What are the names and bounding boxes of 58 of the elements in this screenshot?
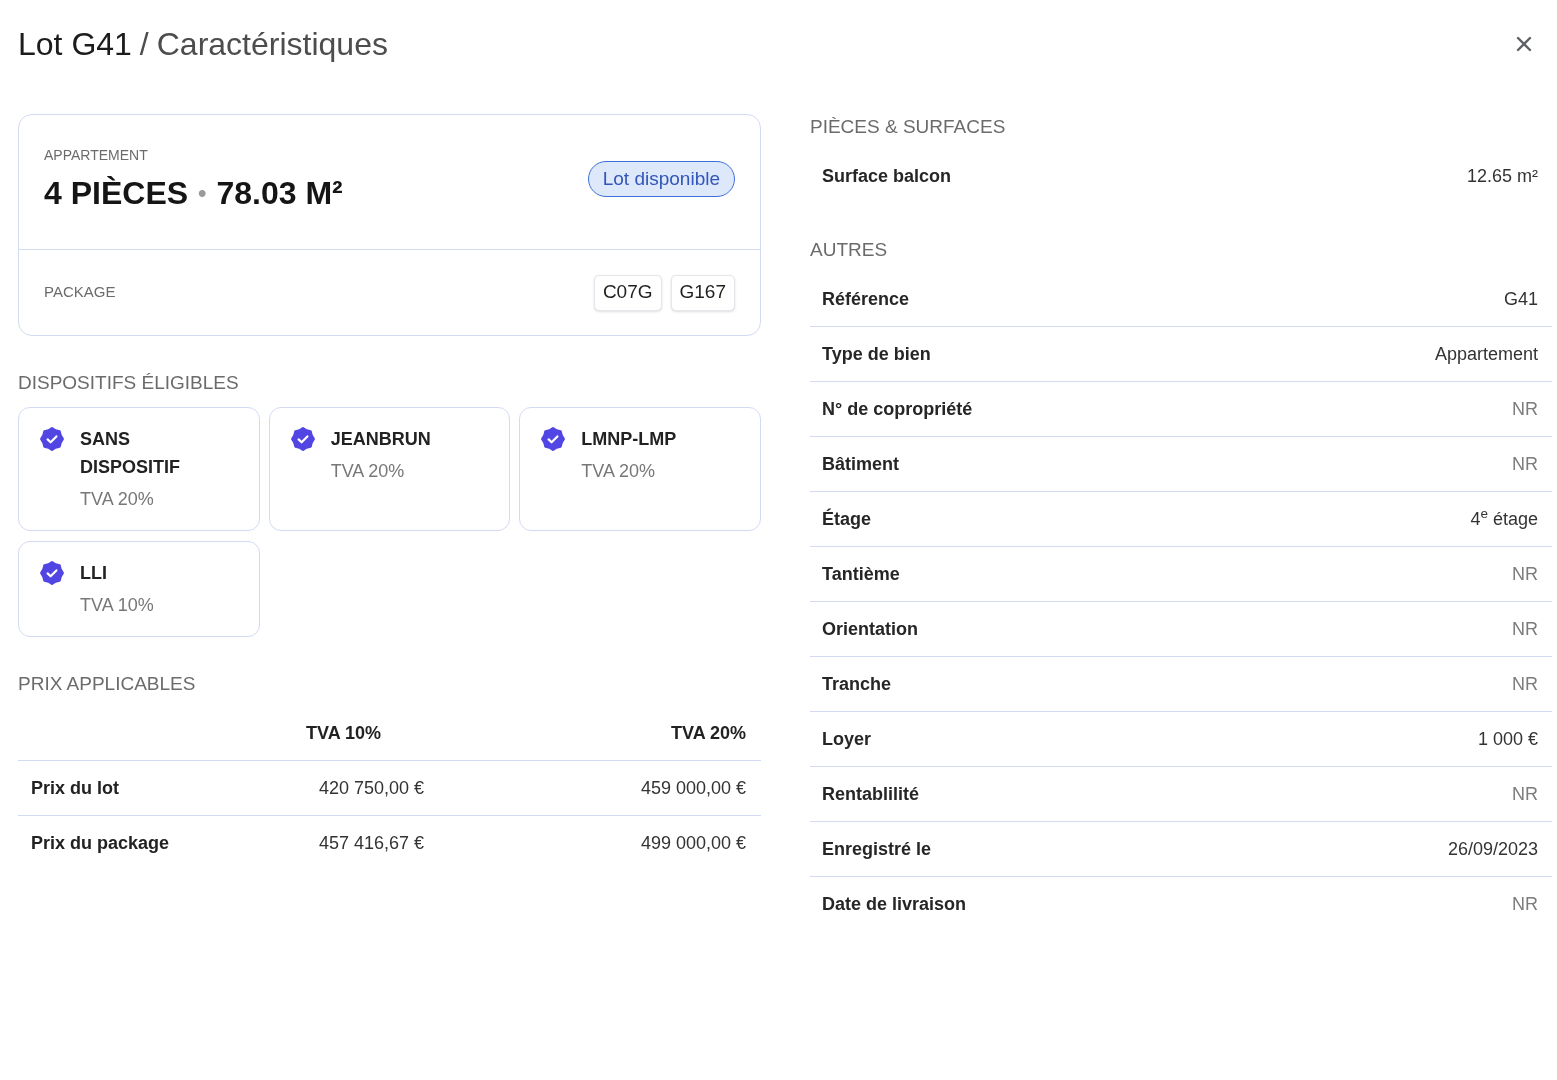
- scheme-name: JEANBRUN: [330, 428, 432, 451]
- breadcrumb-current: Caractéristiques: [156, 25, 388, 64]
- property-label: Enregistré le: [822, 837, 932, 861]
- section-heading: PRIX APPLICABLES: [18, 672, 197, 696]
- property-value: G41: [1503, 287, 1538, 311]
- scheme-name: LMNP-LMP: [581, 428, 678, 451]
- property-label: Tranche: [822, 672, 892, 696]
- property-value: NR: [1512, 562, 1538, 586]
- price-row-label: Prix du lot: [31, 776, 120, 800]
- property-value: 12.65 m²: [1466, 165, 1538, 188]
- property-label: N° de copropriété: [822, 397, 973, 421]
- property-label: Loyer: [822, 727, 872, 751]
- property-label: Orientation: [822, 617, 918, 641]
- property-value: 26/09/2023: [1447, 837, 1538, 861]
- property-value: NR: [1512, 672, 1538, 696]
- breadcrumb-separator: /: [139, 25, 149, 64]
- section-heading: AUTRES: [810, 238, 889, 262]
- package-code-chip: G167: [670, 274, 735, 311]
- property-label: Bâtiment: [822, 452, 899, 476]
- property-value: NR: [1512, 893, 1538, 916]
- price-cell-text: 499 000,00 €: [640, 832, 746, 855]
- breadcrumb-lot: Lot G41: [18, 25, 132, 64]
- headline-rooms: 4 PIÈCES: [44, 174, 189, 212]
- property-label: Type de bien: [822, 342, 931, 366]
- scheme-vat: TVA 10%: [80, 594, 155, 617]
- property-value: NR: [1512, 452, 1538, 476]
- property-label: Rentablilité: [822, 782, 919, 806]
- scheme-vat: TVA 20%: [581, 460, 657, 483]
- scheme-vat: TVA 20%: [80, 488, 155, 511]
- status-pill: Lot disponible: [587, 161, 735, 197]
- property-label: Date de livraison: [822, 893, 967, 916]
- headline-separator: •: [198, 178, 207, 208]
- property-label: Tantième: [822, 562, 900, 586]
- property-value: NR: [1512, 782, 1538, 806]
- property-value: NR: [1512, 617, 1538, 641]
- package-label: PACKAGE: [44, 282, 116, 303]
- property-value: 1 000 €: [1477, 727, 1538, 751]
- price-cell-text: 459 000,00 €: [640, 776, 746, 800]
- property-value: 4$^{e}$ étage: [1470, 505, 1538, 531]
- property-value: NR: [1512, 397, 1538, 421]
- package-code-chip: C07G: [593, 274, 662, 311]
- price-column-header: TVA 10%: [306, 721, 383, 745]
- property-label: Étage: [822, 507, 872, 531]
- property-label: Surface balcon: [822, 165, 952, 188]
- scheme-name: SANS DISPOSITIF: [80, 428, 181, 479]
- scheme-vat: TVA 20%: [330, 460, 406, 483]
- headline-area: 78.03 M²: [216, 174, 343, 212]
- scheme-name: LLI: [80, 562, 108, 585]
- close-icon: [1516, 36, 1532, 52]
- price-column-header: TVA 20%: [670, 721, 746, 745]
- section-heading: PIÈCES & SURFACES: [810, 115, 1007, 139]
- property-value: Appartement: [1434, 342, 1538, 366]
- section-heading: DISPOSITIFS ÉLIGIBLES: [18, 371, 240, 395]
- property-type-label: APPARTEMENT: [44, 146, 149, 164]
- price-cell-text: 420 750,00 €: [319, 776, 426, 800]
- price-cell-text: 457 416,67 €: [319, 832, 426, 855]
- price-row-label: Prix du package: [31, 832, 171, 855]
- property-label: Référence: [822, 287, 910, 311]
